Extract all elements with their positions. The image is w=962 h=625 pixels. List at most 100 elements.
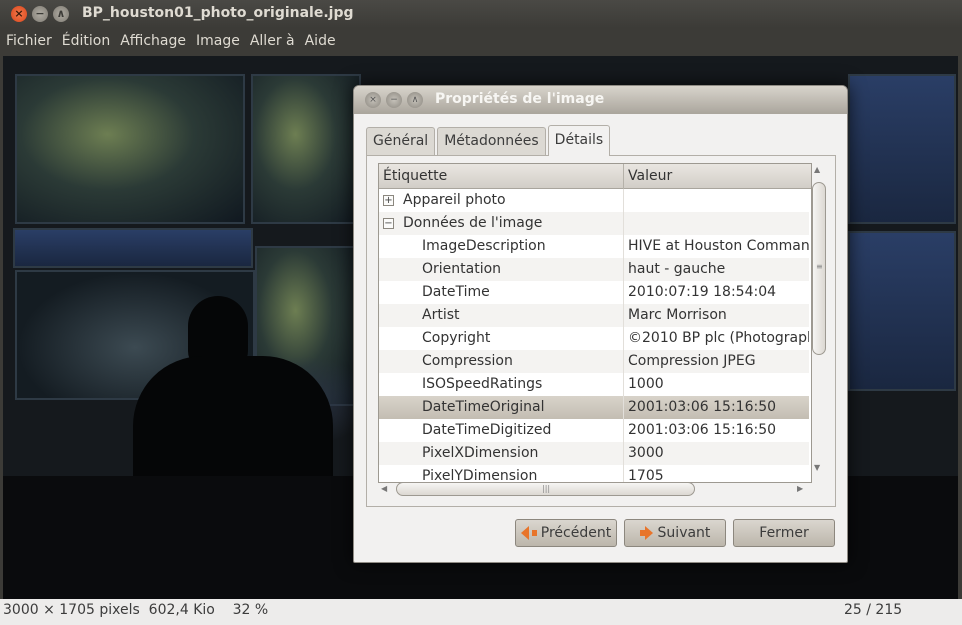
- row-label: DateTimeOriginal: [422, 399, 545, 415]
- tree-row[interactable]: Orientation haut - gauche: [379, 258, 809, 281]
- vertical-scroll-thumb[interactable]: ≡: [812, 182, 826, 355]
- photo-monitor: [13, 228, 253, 268]
- row-label: Orientation: [422, 261, 502, 277]
- column-line: [623, 235, 624, 258]
- expand-icon[interactable]: +: [383, 195, 394, 206]
- tree-row[interactable]: Copyright ©2010 BP plc (Photographe: [379, 327, 809, 350]
- scroll-left-icon[interactable]: ◀: [381, 484, 387, 493]
- row-label: PixelXDimension: [422, 445, 539, 461]
- row-value: haut - gauche: [628, 261, 726, 277]
- dialog-tabs: Général Métadonnées Détails: [366, 125, 612, 156]
- row-value: ©2010 BP plc (Photographe: [628, 330, 809, 346]
- row-label: DateTime: [422, 284, 490, 300]
- row-value: 1705: [628, 468, 664, 483]
- column-line: [623, 281, 624, 304]
- status-image-info: 3000 × 1705 pixels 602,4 Kio 32 %: [3, 602, 269, 618]
- column-line: [623, 304, 624, 327]
- scroll-down-icon[interactable]: ▼: [814, 463, 820, 472]
- previous-button-label: Précédent: [540, 525, 612, 541]
- row-label: Copyright: [422, 330, 491, 346]
- column-header-value[interactable]: Valeur: [628, 168, 672, 184]
- grip-icon: |||: [542, 484, 551, 493]
- dialog-titlebar: × − ∧ Propriétés de l'image: [354, 86, 847, 114]
- tree-rows: + Appareil photo − Données de l'image ImageD…: [379, 189, 809, 483]
- photo-monitor: [848, 74, 956, 224]
- column-separator[interactable]: [623, 164, 624, 189]
- column-line: [623, 419, 624, 442]
- tree-row[interactable]: − Données de l'image: [379, 212, 809, 235]
- row-label: ImageDescription: [422, 238, 546, 254]
- tree-row[interactable]: PixelXDimension 3000: [379, 442, 809, 465]
- menu-edition[interactable]: Édition: [62, 33, 110, 49]
- tab-details[interactable]: Détails: [547, 125, 611, 156]
- scroll-right-icon[interactable]: ▶: [797, 484, 803, 493]
- photo-monitor: [848, 231, 956, 391]
- column-line: [623, 327, 624, 350]
- grip-icon: ≡: [816, 262, 823, 271]
- window-maximize-button[interactable]: ∧: [53, 6, 69, 22]
- row-label: Artist: [422, 307, 460, 323]
- horizontal-scrollbar[interactable]: ◀ ||| ▶: [378, 482, 803, 496]
- tree-row[interactable]: ISOSpeedRatings 1000: [379, 373, 809, 396]
- tab-metadonnees[interactable]: Métadonnées: [437, 127, 546, 155]
- dialog-maximize-icon[interactable]: ∧: [407, 92, 423, 108]
- close-button[interactable]: Fermer: [733, 519, 835, 547]
- column-line: [623, 212, 624, 235]
- column-line: [623, 350, 624, 373]
- menu-aller-a[interactable]: Aller à: [250, 33, 295, 49]
- row-value: 2001:03:06 15:16:50: [628, 399, 777, 415]
- tree-row[interactable]: PixelYDimension 1705: [379, 465, 809, 483]
- row-label: DateTimeDigitized: [422, 422, 552, 438]
- tree-row[interactable]: ImageDescription HIVE at Houston Command: [379, 235, 809, 258]
- menu-fichier[interactable]: Fichier: [6, 33, 52, 49]
- arrow-left-icon: [520, 526, 529, 540]
- dialog-close-icon[interactable]: ×: [365, 92, 381, 108]
- row-label: ISOSpeedRatings: [422, 376, 543, 392]
- scroll-up-icon[interactable]: ▲: [814, 165, 820, 174]
- tree-row[interactable]: DateTimeOriginal 2001:03:06 15:16:50: [379, 396, 809, 419]
- window-close-button[interactable]: ×: [11, 6, 27, 22]
- row-label: Appareil photo: [403, 192, 506, 208]
- tree-row[interactable]: DateTimeDigitized 2001:03:06 15:16:50: [379, 419, 809, 442]
- status-image-position: 25 / 215: [844, 602, 903, 618]
- tree-row[interactable]: + Appareil photo: [379, 189, 809, 212]
- column-line: [623, 442, 624, 465]
- menu-image[interactable]: Image: [196, 33, 240, 49]
- photo-monitor: [251, 74, 361, 224]
- row-value: Marc Morrison: [628, 307, 727, 323]
- dialog-title: Propriétés de l'image: [435, 91, 605, 107]
- row-value: Compression JPEG: [628, 353, 756, 369]
- details-panel: Étiquette Valeur + Appareil photo − Données…: [366, 155, 836, 507]
- window-minimize-button[interactable]: −: [32, 6, 48, 22]
- column-line: [623, 465, 624, 482]
- row-value: 1000: [628, 376, 664, 392]
- image-properties-dialog: × − ∧ Propriétés de l'image Général Méta…: [353, 85, 848, 563]
- arrow-left-icon-tail: [531, 530, 537, 536]
- vertical-scrollbar[interactable]: ▲ ≡ ▼: [812, 163, 826, 475]
- dialog-minimize-icon[interactable]: −: [386, 92, 402, 108]
- menu-bar: Fichier Édition Affichage Image Aller à …: [0, 28, 962, 54]
- column-line: [623, 396, 624, 419]
- tree-row[interactable]: Artist Marc Morrison: [379, 304, 809, 327]
- metadata-tree[interactable]: Étiquette Valeur + Appareil photo − Données…: [378, 163, 812, 483]
- menu-aide[interactable]: Aide: [305, 33, 336, 49]
- tree-row[interactable]: DateTime 2010:07:19 18:54:04: [379, 281, 809, 304]
- tree-header: Étiquette Valeur: [379, 164, 811, 189]
- next-button[interactable]: Suivant: [624, 519, 726, 547]
- row-value: 2010:07:19 18:54:04: [628, 284, 777, 300]
- horizontal-scroll-thumb[interactable]: |||: [396, 482, 695, 496]
- row-value: 2001:03:06 15:16:50: [628, 422, 777, 438]
- close-button-label: Fermer: [759, 525, 809, 541]
- previous-button[interactable]: Précédent: [515, 519, 617, 547]
- arrow-right-icon: [644, 526, 653, 540]
- row-value: HIVE at Houston Command: [628, 238, 809, 254]
- photo-monitor: [15, 74, 245, 224]
- next-button-label: Suivant: [657, 525, 711, 541]
- window-title: BP_houston01_photo_originale.jpg: [82, 5, 354, 21]
- column-line: [623, 373, 624, 396]
- column-header-label[interactable]: Étiquette: [383, 168, 447, 184]
- collapse-icon[interactable]: −: [383, 218, 394, 229]
- tree-row[interactable]: Compression Compression JPEG: [379, 350, 809, 373]
- menu-affichage[interactable]: Affichage: [120, 33, 186, 49]
- tab-general[interactable]: Général: [366, 127, 436, 155]
